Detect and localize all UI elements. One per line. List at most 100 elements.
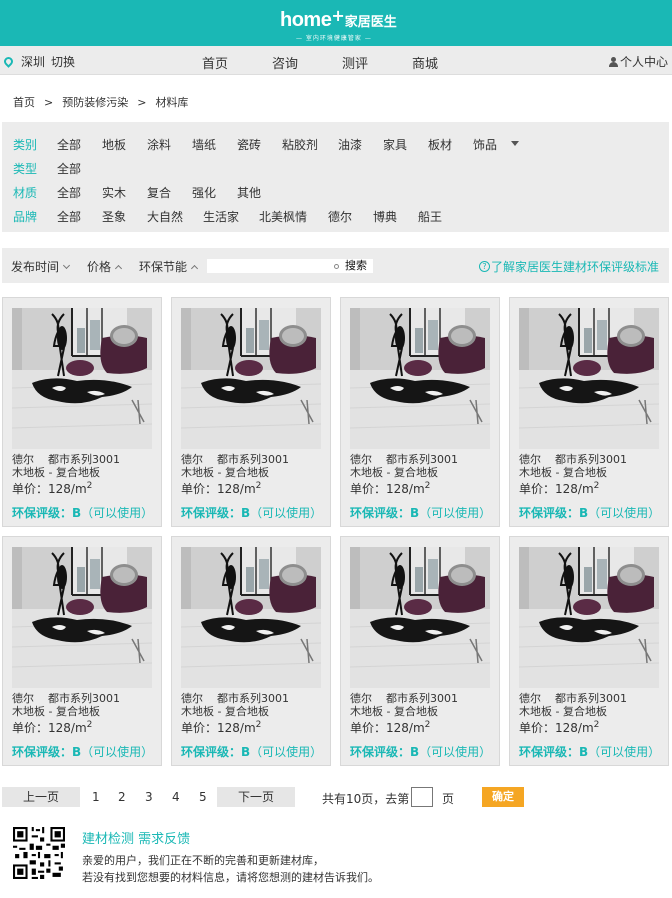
product-card[interactable]: 德尔 都市系列3001 木地板 - 复合地板 单价：128/m2 环保评级：B（可以… bbox=[509, 297, 669, 527]
product-title[interactable]: 德尔 都市系列3001 木地板 - 复合地板 bbox=[350, 692, 458, 718]
product-image[interactable] bbox=[350, 308, 490, 449]
product-image[interactable] bbox=[12, 547, 152, 688]
filter-option[interactable]: 饰品 bbox=[473, 136, 511, 153]
filter-option[interactable]: 全部 bbox=[57, 160, 102, 177]
breadcrumb-material-library: 材料库 bbox=[155, 96, 189, 109]
eco-standard-link[interactable]: ? 了解家居医生建材环保评级标准 bbox=[478, 258, 659, 275]
next-page-button[interactable]: 下一页 bbox=[217, 787, 295, 807]
page-number[interactable]: 5 bbox=[199, 790, 207, 804]
product-series: 都市系列3001 bbox=[386, 453, 458, 466]
filter-option[interactable]: 强化 bbox=[192, 184, 237, 201]
total-pages-text: 共有10页，去第 bbox=[322, 792, 410, 806]
nav-consult[interactable]: 咨询 bbox=[272, 53, 298, 72]
filter-option[interactable]: 生活家 bbox=[203, 208, 259, 225]
product-image[interactable] bbox=[519, 547, 659, 688]
product-card[interactable]: 德尔 都市系列3001 木地板 - 复合地板 单价：128/m2 环保评级：B（可以… bbox=[171, 536, 331, 766]
filter-option[interactable]: 全部 bbox=[57, 184, 102, 201]
breadcrumb-prevention[interactable]: 预防装修污染 bbox=[62, 96, 128, 109]
product-title[interactable]: 德尔 都市系列3001 木地板 - 复合地板 bbox=[181, 453, 289, 479]
breadcrumb: 首页 > 预防装修污染 > 材料库 bbox=[13, 94, 188, 110]
price-unit-sup: 2 bbox=[86, 720, 93, 730]
city-switch-link[interactable]: 切换 bbox=[51, 53, 75, 70]
nav-mall[interactable]: 商城 bbox=[412, 53, 438, 72]
product-card[interactable]: 德尔 都市系列3001 木地板 - 复合地板 单价：128/m2 环保评级：B（可以… bbox=[2, 536, 162, 766]
filter-option[interactable]: 涂料 bbox=[147, 136, 192, 153]
page-number[interactable]: 2 bbox=[118, 790, 126, 804]
filter-option[interactable]: 板材 bbox=[428, 136, 473, 153]
filter-option[interactable]: 复合 bbox=[147, 184, 192, 201]
site-logo[interactable]: home+家居医生 — 室内环境健康管家 — bbox=[280, 6, 397, 42]
product-image[interactable] bbox=[519, 308, 659, 449]
rating-label: 环保评级： bbox=[12, 745, 73, 759]
price-unit-sup: 2 bbox=[255, 481, 262, 491]
product-card[interactable]: 德尔 都市系列3001 木地板 - 复合地板 单价：128/m2 环保评级：B（可以… bbox=[340, 536, 500, 766]
product-card[interactable]: 德尔 都市系列3001 木地板 - 复合地板 单价：128/m2 环保评级：B（可以… bbox=[2, 297, 162, 527]
filter-option[interactable]: 大自然 bbox=[147, 208, 203, 225]
price-label: 单价： bbox=[12, 721, 49, 735]
search-button[interactable]: 搜索 bbox=[339, 259, 373, 273]
confirm-button[interactable]: 确定 bbox=[482, 787, 524, 807]
product-title[interactable]: 德尔 都市系列3001 木地板 - 复合地板 bbox=[181, 692, 289, 718]
sort-publish-time[interactable]: 发布时间 bbox=[11, 258, 71, 275]
filter-option[interactable]: 其他 bbox=[237, 184, 282, 201]
filter-option[interactable]: 家具 bbox=[383, 136, 428, 153]
rating-note: （可以使用） bbox=[588, 506, 661, 520]
city-name: 深圳 bbox=[21, 55, 46, 69]
page-number[interactable]: 3 bbox=[145, 790, 153, 804]
qr-code-icon bbox=[13, 827, 65, 879]
nav-home[interactable]: 首页 bbox=[202, 53, 228, 72]
product-card[interactable]: 德尔 都市系列3001 木地板 - 复合地板 单价：128/m2 环保评级：B（可以… bbox=[171, 297, 331, 527]
filter-option[interactable]: 油漆 bbox=[338, 136, 383, 153]
filter-option[interactable]: 圣象 bbox=[102, 208, 147, 225]
sort-eco[interactable]: 环保节能 bbox=[139, 258, 199, 275]
filter-option[interactable]: 粘胶剂 bbox=[282, 136, 338, 153]
page-unit-text: 页 bbox=[442, 792, 455, 806]
filter-option[interactable]: 瓷砖 bbox=[237, 136, 282, 153]
product-title[interactable]: 德尔 都市系列3001 木地板 - 复合地板 bbox=[12, 453, 120, 479]
page-number[interactable]: 1 bbox=[92, 790, 100, 804]
product-title[interactable]: 德尔 都市系列3001 木地板 - 复合地板 bbox=[519, 692, 627, 718]
filter-option[interactable]: 船王 bbox=[418, 208, 463, 225]
filter-option[interactable]: 墙纸 bbox=[192, 136, 237, 153]
product-image[interactable] bbox=[350, 547, 490, 688]
nav-review[interactable]: 测评 bbox=[342, 53, 368, 72]
rating-label: 环保评级： bbox=[350, 745, 411, 759]
product-image[interactable] bbox=[181, 547, 321, 688]
breadcrumb-home[interactable]: 首页 bbox=[13, 96, 35, 109]
filter-option[interactable]: 全部 bbox=[57, 136, 102, 153]
filter-option[interactable]: 地板 bbox=[102, 136, 147, 153]
expand-more-icon[interactable] bbox=[511, 141, 519, 146]
price-label: 单价： bbox=[181, 721, 218, 735]
product-price: 单价：128/m2 bbox=[519, 719, 599, 736]
page-number[interactable]: 4 bbox=[172, 790, 180, 804]
filter-option[interactable]: 北美枫情 bbox=[259, 208, 328, 225]
product-eco-rating: 环保评级：B（可以使用） bbox=[181, 504, 322, 521]
prev-page-button[interactable]: 上一页 bbox=[2, 787, 80, 807]
product-title[interactable]: 德尔 都市系列3001 木地板 - 复合地板 bbox=[350, 453, 458, 479]
product-image[interactable] bbox=[181, 308, 321, 449]
filter-option[interactable]: 博典 bbox=[373, 208, 418, 225]
feedback-line-2: 若没有找到您想要的材料信息，请将您想测的建材告诉我们。 bbox=[82, 871, 379, 884]
search-input[interactable] bbox=[207, 259, 339, 273]
location-pin-icon bbox=[2, 55, 15, 68]
product-title[interactable]: 德尔 都市系列3001 木地板 - 复合地板 bbox=[12, 692, 120, 718]
page-jump-input[interactable] bbox=[411, 787, 433, 807]
logo-cn-text: 家居医生 bbox=[344, 15, 397, 30]
sort-publish-time-label: 发布时间 bbox=[11, 260, 60, 274]
user-center-link[interactable]: 个人中心 bbox=[608, 53, 668, 70]
filter-option[interactable]: 德尔 bbox=[328, 208, 373, 225]
product-image[interactable] bbox=[12, 308, 152, 449]
product-card[interactable]: 德尔 都市系列3001 木地板 - 复合地板 单价：128/m2 环保评级：B（可以… bbox=[509, 536, 669, 766]
price-unit-sup: 2 bbox=[255, 720, 262, 730]
sort-price[interactable]: 价格 bbox=[87, 258, 123, 275]
product-title[interactable]: 德尔 都市系列3001 木地板 - 复合地板 bbox=[519, 453, 627, 479]
city-selector[interactable]: 深圳 切换 bbox=[2, 53, 75, 70]
price-unit-sup: 2 bbox=[424, 481, 431, 491]
logo-home-text: home bbox=[280, 9, 332, 31]
filter-option[interactable]: 实木 bbox=[102, 184, 147, 201]
filter-option[interactable]: 全部 bbox=[57, 208, 102, 225]
price-label: 单价： bbox=[350, 482, 387, 496]
product-card[interactable]: 德尔 都市系列3001 木地板 - 复合地板 单价：128/m2 环保评级：B（可以… bbox=[340, 297, 500, 527]
rating-note: （可以使用） bbox=[81, 745, 154, 759]
feedback-title-link[interactable]: 建材检测 需求反馈 bbox=[82, 828, 190, 847]
